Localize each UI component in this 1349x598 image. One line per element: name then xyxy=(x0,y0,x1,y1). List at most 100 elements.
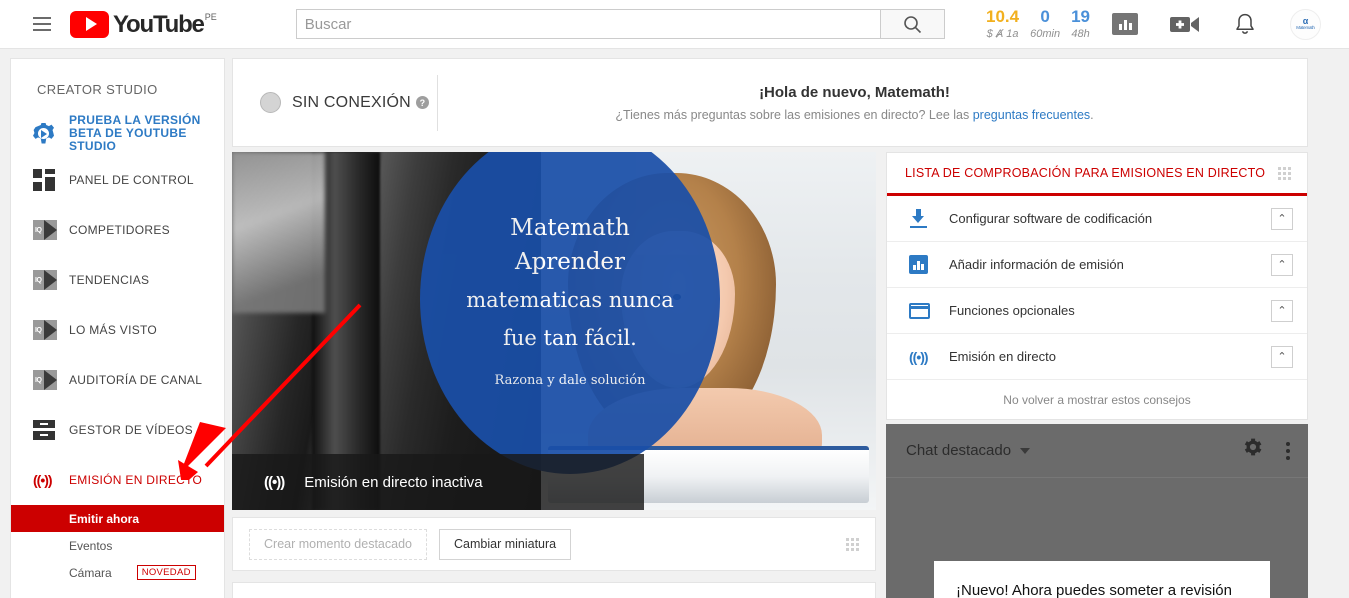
thumbnail-title-line3: matematicas nunca xyxy=(466,287,674,312)
avatar[interactable]: α Matemath xyxy=(1290,8,1321,40)
video-camera-upload-icon[interactable] xyxy=(1170,14,1200,34)
sidebar-subitem-eventos[interactable]: Eventos xyxy=(11,532,224,559)
sidebar-item-emision-en-directo[interactable]: ((•)) EMISIÓN EN DIRECTO xyxy=(11,455,224,505)
checklist-row-label: Configurar software de codificación xyxy=(949,211,1153,226)
drag-handle-icon[interactable] xyxy=(846,537,859,551)
connection-banner: SIN CONEXIÓN ? ¡Hola de nuevo, Matemath!… xyxy=(232,58,1308,147)
card-icon xyxy=(909,302,949,319)
chevron-down-icon[interactable] xyxy=(1020,447,1031,454)
checklist-dismiss-link[interactable]: No volver a mostrar estos consejos xyxy=(887,380,1307,420)
sidebar-item-panel-de-control[interactable]: PANEL DE CONTROL xyxy=(11,155,224,205)
sidebar-item-label: TENDENCIAS xyxy=(69,273,150,287)
collapse-chevron-icon[interactable]: ⌃ xyxy=(1271,345,1293,368)
create-highlight-button[interactable]: Crear momento destacado xyxy=(249,528,427,560)
avatar-name: Matemath xyxy=(1296,25,1315,30)
avatar-symbol: α xyxy=(1302,16,1309,26)
drag-handle-icon[interactable] xyxy=(1278,166,1291,180)
help-question-icon[interactable]: ? xyxy=(415,96,429,109)
dashboard-icon xyxy=(33,169,69,191)
connection-status-label: SIN CONEXIÓN xyxy=(292,93,411,111)
greeting-subtitle-before: ¿Tienes más preguntas sobre las emisione… xyxy=(615,107,973,122)
sidebar-item-gestor-de-videos[interactable]: GESTOR DE VÍDEOS ▾ xyxy=(11,405,224,455)
stat-revenue[interactable]: 10.4 $ Ⱥ 1a xyxy=(986,8,1019,40)
youtube-logo-text: YouTube xyxy=(113,10,205,38)
sidebar-item-auditoria-de-canal[interactable]: IQ AUDITORÍA DE CANAL xyxy=(11,355,224,405)
header-right-group: 10.4 $ Ⱥ 1a 0 60min 19 48h α Matemath xyxy=(986,8,1321,40)
collapse-chevron-icon[interactable]: ⌃ xyxy=(1271,207,1293,230)
faq-link[interactable]: preguntas frecuentes xyxy=(973,108,1090,122)
stat-48h[interactable]: 19 48h xyxy=(1071,8,1090,40)
search-button[interactable] xyxy=(879,9,945,39)
bell-icon[interactable] xyxy=(1234,12,1256,37)
chat-notice-text: ¡Nuevo! Ahora puedes someter a revisión xyxy=(956,582,1232,598)
iq-arrow-icon: IQ xyxy=(33,320,69,340)
video-actions-bar: Crear momento destacado Cambiar miniatur… xyxy=(232,517,876,571)
sidebar-heading: CREATOR STUDIO xyxy=(37,82,158,97)
download-icon xyxy=(909,209,949,228)
next-panel-partial xyxy=(232,582,876,598)
video-preview[interactable]: Matemath Aprender matematicas nunca fue … xyxy=(232,152,876,510)
chat-header: Chat destacado xyxy=(886,424,1308,478)
live-status-bar: ((•)) Emisión en directo inactiva xyxy=(232,454,645,510)
youtube-play-icon xyxy=(70,10,109,38)
live-streaming-checklist: LISTA DE COMPROBACIÓN PARA EMISIONES EN … xyxy=(886,152,1308,420)
sidebar-item-label: AUDITORÍA DE CANAL xyxy=(69,373,203,387)
checklist-row-go-live[interactable]: ((•)) Emisión en directo ⌃ xyxy=(887,334,1307,380)
collapse-chevron-icon[interactable]: ⌃ xyxy=(1271,299,1293,322)
search-input[interactable] xyxy=(295,9,880,39)
collapse-chevron-icon[interactable]: ⌃ xyxy=(1271,253,1293,276)
analytics-bars-icon[interactable] xyxy=(1112,13,1138,35)
sidebar-subitem-label: Cámara xyxy=(69,565,112,580)
sidebar-item-label: PANEL DE CONTROL xyxy=(69,173,194,187)
checklist-row-encoder[interactable]: Configurar software de codificación ⌃ xyxy=(887,196,1307,242)
greeting-subtitle-after: . xyxy=(1090,107,1094,122)
live-broadcast-icon: ((•)) xyxy=(33,472,53,488)
sidebar-item-lo-mas-visto[interactable]: IQ LO MÁS VISTO xyxy=(11,305,224,355)
more-vertical-icon[interactable] xyxy=(1286,441,1290,460)
sidebar-subitem-emitir-ahora[interactable]: Emitir ahora xyxy=(11,505,224,532)
hamburger-menu-icon[interactable] xyxy=(30,12,54,36)
live-chat-panel: Chat destacado ¡Nuevo! Ahora puedes some… xyxy=(886,424,1308,598)
chat-mode-label[interactable]: Chat destacado xyxy=(906,442,1011,459)
sidebar-item-label: LO MÁS VISTO xyxy=(69,323,158,337)
checklist-row-stream-info[interactable]: Añadir información de emisión ⌃ xyxy=(887,242,1307,288)
live-broadcast-icon: ((•)) xyxy=(909,348,929,365)
sidebar-subitem-camara[interactable]: Cámara NOVEDAD xyxy=(11,559,224,586)
sidebar-item-label: PRUEBA LA VERSIÓN BETA DE YOUTUBE STUDIO xyxy=(69,112,201,153)
iq-arrow-icon: IQ xyxy=(33,270,69,290)
chevron-down-icon[interactable]: ▾ xyxy=(202,423,208,437)
checklist-row-label: Añadir información de emisión xyxy=(949,257,1124,272)
checklist-row-label: Funciones opcionales xyxy=(949,303,1075,318)
stat-48h-value: 19 xyxy=(1071,7,1090,26)
sidebar-item-beta-studio[interactable]: PRUEBA LA VERSIÓN BETA DE YOUTUBE STUDIO xyxy=(11,111,224,155)
stat-60min-label: 60min xyxy=(1030,28,1061,40)
channel-stats: 10.4 $ Ⱥ 1a 0 60min 19 48h xyxy=(986,8,1090,40)
live-broadcast-icon: ((•)) xyxy=(264,473,285,491)
checklist-row-optional-features[interactable]: Funciones opcionales ⌃ xyxy=(887,288,1307,334)
youtube-country-code: PE xyxy=(204,11,217,22)
search-bar xyxy=(295,9,945,39)
live-status-text: Emisión en directo inactiva xyxy=(304,473,483,491)
stat-48h-label: 48h xyxy=(1071,28,1090,40)
status-indicator-dot xyxy=(260,92,281,113)
greeting-block: ¡Hola de nuevo, Matemath! ¿Tienes más pr… xyxy=(438,84,1307,122)
thumbnail-title-line1: Matemath xyxy=(510,214,630,241)
iq-arrow-icon: IQ xyxy=(33,370,69,390)
stat-60min[interactable]: 0 60min xyxy=(1030,8,1060,40)
gear-icon[interactable] xyxy=(1242,437,1264,464)
sidebar-subitem-label: Emitir ahora xyxy=(69,511,140,526)
sidebar-item-label: GESTOR DE VÍDEOS xyxy=(69,423,193,437)
stat-revenue-label: $ Ⱥ 1a xyxy=(986,28,1019,40)
sidebar-item-tendencias[interactable]: IQ TENDENCIAS xyxy=(11,255,224,305)
chat-notice-card: ¡Nuevo! Ahora puedes someter a revisión xyxy=(934,561,1270,598)
greeting-subtitle: ¿Tienes más preguntas sobre las emisione… xyxy=(438,108,1271,122)
checklist-row-label: Emisión en directo xyxy=(949,349,1056,364)
change-thumbnail-button[interactable]: Cambiar miniatura xyxy=(439,528,572,560)
sidebar: CREATOR STUDIO PRUEBA LA VERSIÓN BETA DE… xyxy=(10,58,225,598)
sidebar-item-competidores[interactable]: IQ COMPETIDORES xyxy=(11,205,224,255)
bar-chart-icon xyxy=(909,255,949,274)
status-badge: NOVEDAD xyxy=(136,565,196,580)
youtube-logo[interactable]: YouTube PE xyxy=(70,10,217,38)
sidebar-item-label: COMPETIDORES xyxy=(69,223,170,237)
sidebar-subitem-label: Eventos xyxy=(69,538,113,553)
